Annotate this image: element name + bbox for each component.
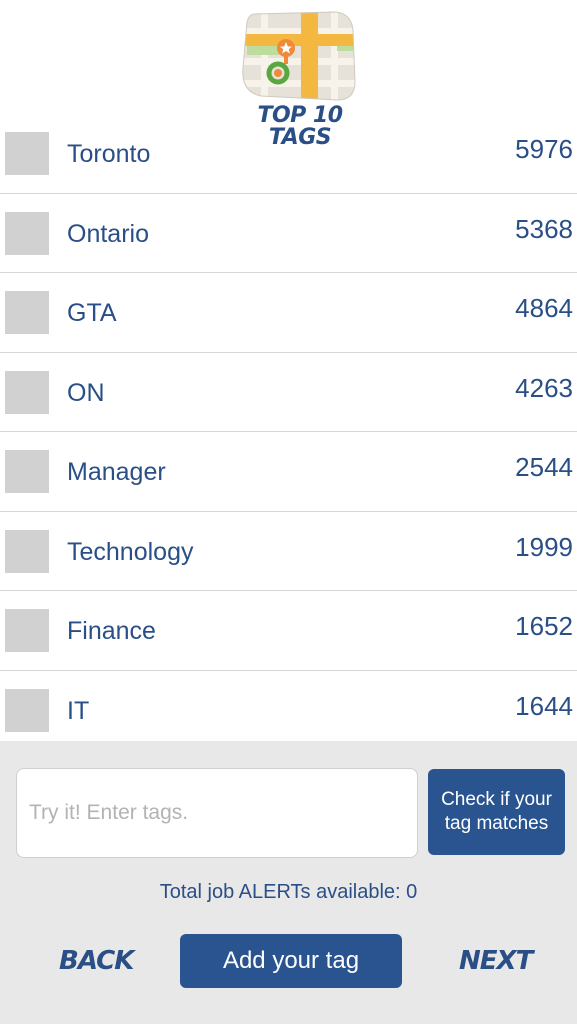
tag-count: 4263 <box>515 372 573 403</box>
tag-input[interactable] <box>16 768 418 858</box>
tag-count: 4864 <box>515 293 573 323</box>
tag-checkbox[interactable] <box>5 370 49 414</box>
back-button[interactable]: BACK <box>59 946 134 976</box>
tag-row[interactable]: Manager 2544 <box>0 432 577 512</box>
tag-label: Technology <box>67 537 194 566</box>
tag-row[interactable]: Finance 1652 <box>0 591 577 671</box>
tag-count: 2544 <box>515 452 573 482</box>
tag-count: 1652 <box>515 611 573 641</box>
tag-label: Ontario <box>67 219 149 248</box>
tag-row[interactable]: IT 1644 <box>0 671 577 751</box>
tag-row[interactable]: ON 4263 <box>0 353 577 432</box>
tag-count: 5368 <box>515 213 573 244</box>
tag-checkbox[interactable] <box>5 450 49 493</box>
tag-count: 1999 <box>515 531 573 562</box>
tag-row[interactable]: Toronto 5976 <box>0 114 577 194</box>
tag-row[interactable]: Ontario 5368 <box>0 194 577 273</box>
map-pin-icon <box>242 11 356 101</box>
tag-row[interactable]: GTA 4864 <box>0 273 577 353</box>
tag-checkbox[interactable] <box>5 291 49 334</box>
alerts-count-text: Total job ALERTs available: 0 <box>159 881 418 903</box>
check-tag-button[interactable]: Check if your tag matches <box>428 769 565 855</box>
tag-label: IT <box>67 696 90 725</box>
tag-count: 5976 <box>515 134 573 164</box>
tag-checkbox[interactable] <box>5 609 49 652</box>
tag-label: Toronto <box>67 140 151 168</box>
tag-list: Toronto 5976 Ontario 5368 GTA 4864 ON 42… <box>0 114 577 750</box>
tag-label: GTA <box>67 299 117 327</box>
tag-checkbox[interactable] <box>5 211 49 255</box>
add-tag-button[interactable]: Add your tag <box>180 934 402 988</box>
tag-label: Manager <box>67 458 166 486</box>
next-button[interactable]: NEXT <box>459 946 533 976</box>
tag-checkbox[interactable] <box>5 132 49 175</box>
tag-row[interactable]: Technology 1999 <box>0 512 577 591</box>
tag-label: Finance <box>67 617 156 645</box>
tag-checkbox[interactable] <box>5 688 49 732</box>
tag-entry-panel: Check if your tag matches Total job ALER… <box>0 741 577 1024</box>
tag-count: 1644 <box>515 690 573 721</box>
tag-label: ON <box>67 378 105 407</box>
tag-checkbox[interactable] <box>5 529 49 573</box>
